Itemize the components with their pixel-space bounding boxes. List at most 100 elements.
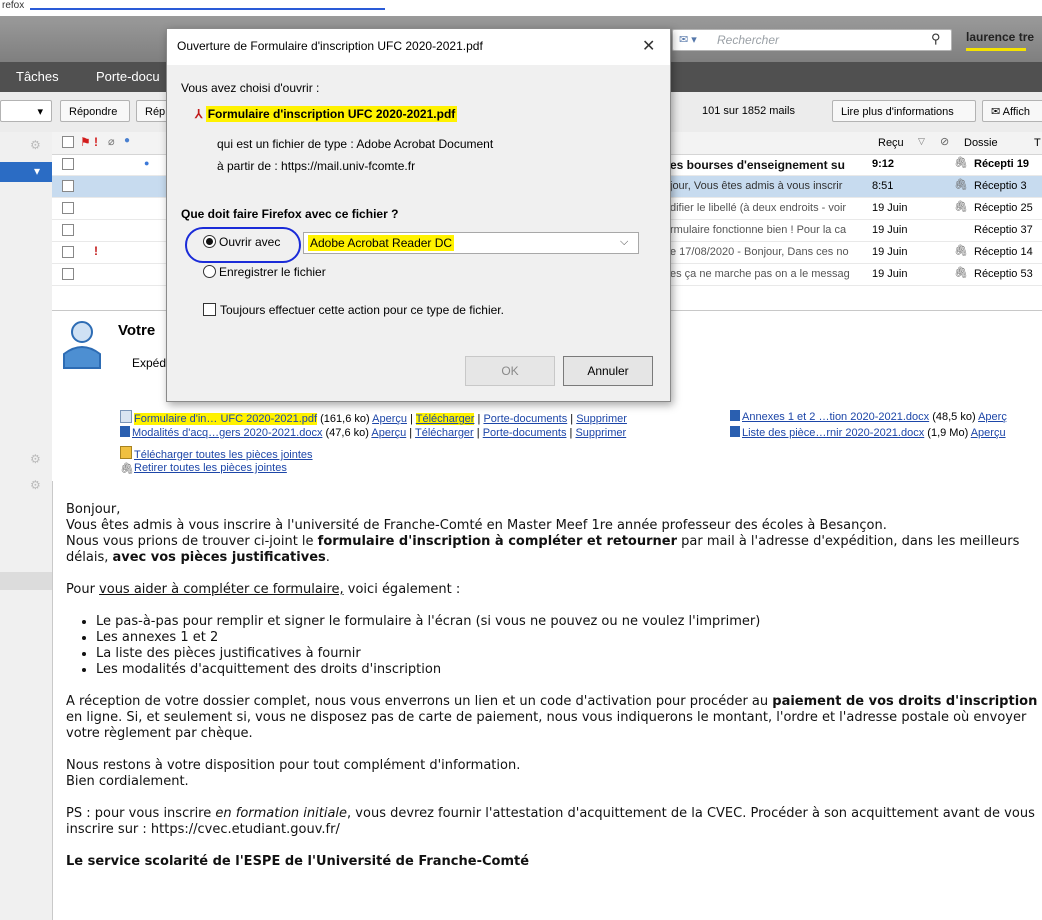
paperclip-icon: 🖇 <box>954 201 968 213</box>
row-time: 19 Juin <box>872 268 908 280</box>
body-text: en ligne. Si, et seulement si, vous ne d… <box>66 710 1027 741</box>
row-time: 19 Juin <box>872 224 908 236</box>
delete-link[interactable]: Supprimer <box>576 413 627 425</box>
open-with-radio[interactable]: Ouvrir avec <box>203 235 280 249</box>
mail-count: 101 sur 1852 mails <box>702 105 795 117</box>
attachment-name[interactable]: Liste des pièce…rnir 2020-2021.docx <box>742 427 924 439</box>
cvec-link[interactable]: https://cvec.etudiant.gouv.fr/ <box>151 822 340 837</box>
gear-icon[interactable]: ⚙ <box>30 138 41 152</box>
preview-link[interactable]: Aperçu <box>971 427 1006 439</box>
received-header[interactable]: Reçu <box>878 137 904 149</box>
signature: Le service scolarité de l'ESPE de l'Univ… <box>66 854 530 869</box>
close-icon[interactable]: ✕ <box>642 36 655 56</box>
always-label: Toujours effectuer cette action pour ce … <box>220 303 504 317</box>
greeting: Bonjour, <box>66 502 121 517</box>
more-info-button[interactable]: Lire plus d'informations <box>832 100 976 122</box>
clip-col-icon[interactable]: ⊘ <box>940 135 949 148</box>
message-from: Expéd <box>132 356 167 370</box>
row-checkbox[interactable] <box>62 224 74 236</box>
chevron-down-icon[interactable]: ⌵ <box>620 236 628 249</box>
folder-header[interactable]: Dossie <box>964 137 998 149</box>
reply-all-button[interactable]: Rép <box>136 100 168 122</box>
search-icon[interactable]: ⚲ <box>931 31 941 47</box>
attachment-name[interactable]: Annexes 1 et 2 …tion 2020-2021.docx <box>742 411 929 423</box>
sort-icon[interactable]: ▽ <box>918 136 925 147</box>
selected-folder[interactable]: ▾ <box>0 162 52 182</box>
dialog-title-bar: Ouverture de Formulaire d'inscription UF… <box>167 29 670 65</box>
mail-filter-icon[interactable]: ✉ ▾ <box>679 33 697 46</box>
link-underline <box>30 8 385 10</box>
list-item: Les modalités d'acquittement des droits … <box>96 662 1042 678</box>
download-link[interactable]: Télécharger <box>415 427 474 439</box>
unread-col-icon[interactable]: ● <box>124 135 130 146</box>
checkbox[interactable] <box>203 303 216 316</box>
preview-link[interactable]: Aperç <box>978 411 1007 423</box>
body-paragraph: Nous restons à votre disposition pour to… <box>66 758 1042 790</box>
user-name[interactable]: laurence tre <box>966 30 1034 44</box>
body-paragraph: Bonjour, Vous êtes admis à vous inscrire… <box>66 502 1042 566</box>
row-checkbox[interactable] <box>62 268 74 280</box>
file-source: à partir de : https://mail.univ-fcomte.f… <box>217 159 416 173</box>
attachment-name[interactable]: Formulaire d'in… UFC 2020-2021.pdf <box>134 413 318 425</box>
cancel-button[interactable]: Annuler <box>563 356 653 386</box>
folder-pane: ⚙ ⚙ ⚙ <box>0 132 53 920</box>
row-checkbox[interactable] <box>62 246 74 258</box>
file-icon <box>120 410 132 423</box>
attachment-name[interactable]: Modalités d'acq…gers 2020-2021.docx <box>132 427 322 439</box>
search-box[interactable]: ✉ ▾ Rechercher ⚲ <box>672 29 952 51</box>
always-checkbox[interactable]: Toujours effectuer cette action pour ce … <box>203 303 504 317</box>
preview-link[interactable]: Aperçu <box>372 413 407 425</box>
body-underlined: vous aider à compléter ce formulaire, <box>99 582 344 597</box>
preview-link[interactable]: Aperçu <box>371 427 406 439</box>
chevron-down-icon[interactable]: ▾ <box>34 164 40 178</box>
row-folder: Réceptio 37 <box>974 224 1033 236</box>
dialog-question: Que doit faire Firefox avec ce fichier ? <box>181 207 399 221</box>
paperclip-icon: 🖇 <box>954 245 968 257</box>
message-body: Bonjour, Vous êtes admis à vous inscrire… <box>66 502 1042 920</box>
last-header[interactable]: T <box>1034 137 1041 149</box>
body-bold: paiement de vos droits d'inscription <box>772 694 1038 709</box>
folder-dropdown[interactable]: ▾ <box>0 100 52 122</box>
attachment-col-icon[interactable]: ⌀ <box>108 135 115 148</box>
word-doc-icon <box>730 426 740 437</box>
delete-link[interactable]: Supprimer <box>575 427 626 439</box>
radio-unselected[interactable] <box>203 265 216 278</box>
row-checkbox[interactable] <box>62 202 74 214</box>
menu-tasks[interactable]: Tâches <box>16 69 59 84</box>
menu-portfolio[interactable]: Porte-docu <box>96 69 160 84</box>
row-checkbox[interactable] <box>62 158 74 170</box>
row-checkbox[interactable] <box>62 180 74 192</box>
list-item: La liste des pièces justificatives à fou… <box>96 646 1042 662</box>
pdf-icon: ⅄ <box>195 107 203 121</box>
remove-all-link[interactable]: Retirer toutes les pièces jointes <box>134 462 287 474</box>
ok-button[interactable]: OK <box>465 356 555 386</box>
row-folder: Réceptio 3 <box>974 180 1027 192</box>
search-placeholder: Rechercher <box>717 33 780 47</box>
body-italic: en formation initiale <box>215 806 348 821</box>
row-time: 8:51 <box>872 180 894 192</box>
radio-selected[interactable] <box>203 235 216 248</box>
row-time: 19 Juin <box>872 202 908 214</box>
gear-icon[interactable]: ⚙ <box>30 452 41 466</box>
app-select[interactable]: Adobe Acrobat Reader DC ⌵ <box>303 232 639 254</box>
row-time: 9:12 <box>872 158 895 170</box>
list-item: Le pas-à-pas pour remplir et signer le f… <box>96 614 1042 630</box>
open-with-label: Ouvrir avec <box>219 235 281 249</box>
portfolio-link[interactable]: Porte-documents <box>483 427 567 439</box>
unread-icon: ● <box>144 158 150 168</box>
body-text: Nous vous prions de trouver ci-joint le <box>66 534 318 549</box>
paperclip-icon: 🖇 <box>954 267 968 279</box>
file-type: qui est un fichier de type : Adobe Acrob… <box>217 137 494 151</box>
download-link[interactable]: Télécharger <box>415 413 475 425</box>
reply-button[interactable]: Répondre <box>60 100 130 122</box>
gear-icon[interactable]: ⚙ <box>30 478 41 492</box>
display-button[interactable]: ✉ Affich <box>982 100 1042 122</box>
download-all-link[interactable]: Télécharger toutes les pièces jointes <box>134 449 313 461</box>
portfolio-link[interactable]: Porte-documents <box>483 413 567 425</box>
row-time: 19 Juin <box>872 246 908 258</box>
priority-icon[interactable]: ! <box>94 135 98 149</box>
save-file-radio[interactable]: Enregistrer le fichier <box>203 265 326 279</box>
flag-icon[interactable]: ⚑ <box>80 135 91 149</box>
user-underline <box>966 48 1026 51</box>
select-all-checkbox[interactable] <box>62 136 74 148</box>
